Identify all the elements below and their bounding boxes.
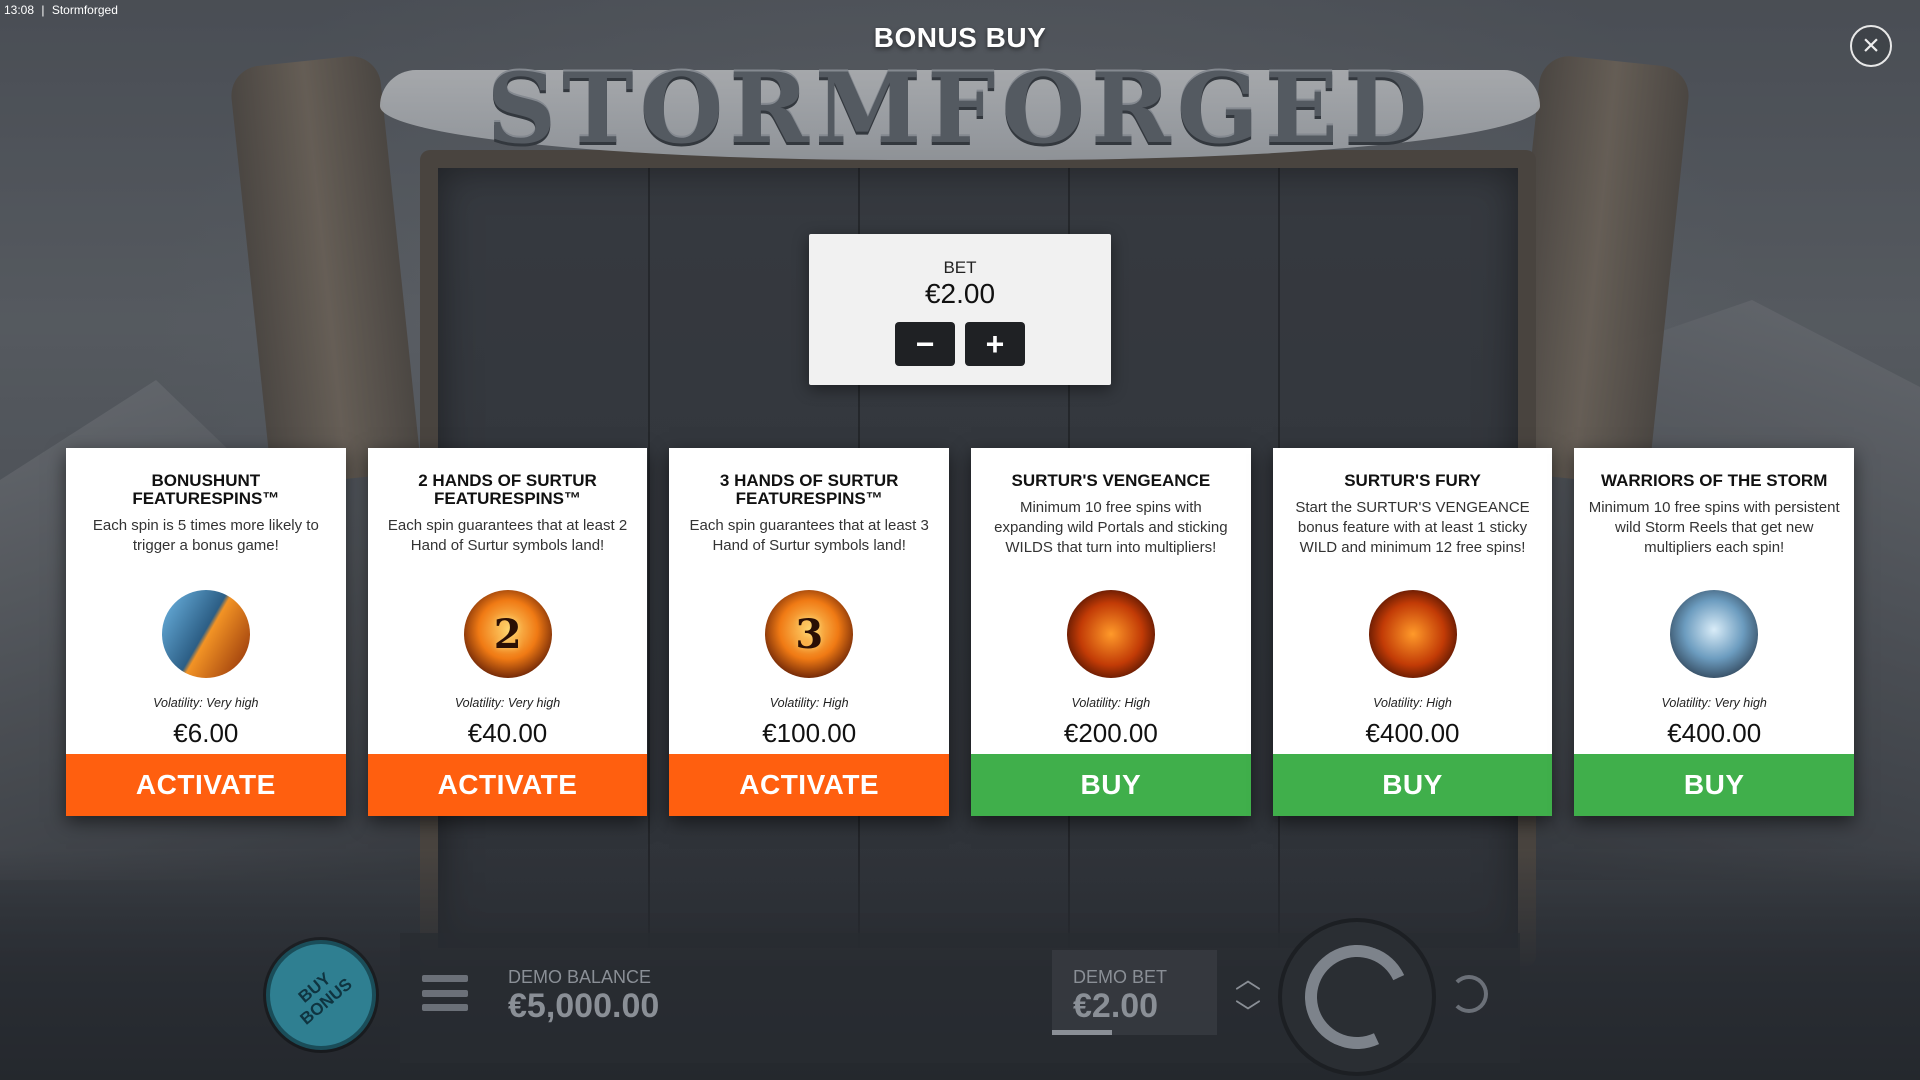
window-status: 13:08 | Stormforged — [4, 3, 122, 17]
clock: 13:08 — [4, 3, 35, 17]
autoplay-icon[interactable] — [1450, 975, 1488, 1013]
card-description: Minimum 10 free spins with expanding wil… — [994, 499, 1228, 556]
demo-bet-label: DEMO BET — [1073, 967, 1168, 987]
app-name: Stormforged — [51, 3, 118, 17]
bonus-card-surturs-vengeance: SURTUR'S VENGEANCE Minimum 10 free spins… — [971, 448, 1251, 816]
spin-button[interactable] — [1282, 922, 1432, 1072]
card-volatility: Volatility: High — [1373, 696, 1452, 710]
bet-down-icon[interactable]: ﹀ — [1232, 996, 1264, 1030]
card-price: €200.00 — [1063, 718, 1158, 748]
buy-bonus-button[interactable]: BUY BONUS — [266, 940, 376, 1050]
surtur-fury-icon — [1368, 590, 1457, 678]
increase-bet-button[interactable]: + — [965, 322, 1025, 366]
card-price: €400.00 — [1667, 718, 1762, 748]
close-icon: × — [1862, 29, 1880, 62]
card-title: 2 HANDS OF SURTUR FEATURESPINS™ — [418, 471, 597, 508]
page-title: BONUS BUY — [873, 22, 1047, 53]
demo-bet-value: €2.00 — [1073, 987, 1159, 1025]
minus-icon: − — [915, 326, 935, 362]
card-title: BONUSHUNT FEATURESPINS™ — [132, 471, 280, 508]
storm-warrior-icon — [1670, 590, 1759, 678]
bet-value: €2.00 — [924, 278, 996, 309]
buy-bonus-label: BUY BONUS — [295, 968, 357, 1029]
card-price: €6.00 — [173, 718, 239, 748]
balance-label: DEMO BALANCE — [508, 967, 652, 987]
plus-icon: + — [985, 326, 1005, 362]
bonus-card-bonushunt: BONUSHUNT FEATURESPINS™ Each spin is 5 t… — [66, 448, 346, 816]
card-title: SURTUR'S VENGEANCE — [1011, 471, 1211, 490]
card-title: SURTUR'S FURY — [1344, 471, 1481, 490]
close-button[interactable]: × — [1850, 25, 1892, 67]
card-volatility: Volatility: High — [769, 696, 849, 710]
activate-button[interactable]: ACTIVATE — [669, 754, 950, 816]
card-description: Each spin guarantees that at least 3 Han… — [689, 517, 929, 554]
bonus-card-warriors-of-the-storm: WARRIORS OF THE STORM Minimum 10 free sp… — [1574, 448, 1855, 816]
bet-up-icon[interactable]: ︿ — [1232, 962, 1264, 996]
three-hands-icon: 3 — [765, 590, 854, 678]
card-volatility: Volatility: High — [1071, 696, 1151, 710]
bonushunt-icon — [162, 590, 250, 678]
card-price: €400.00 — [1365, 718, 1460, 748]
surtur-demon-icon — [1067, 590, 1156, 678]
card-description: Each spin is 5 times more likely to trig… — [92, 517, 319, 554]
buy-button[interactable]: BUY — [971, 754, 1251, 816]
card-volatility: Volatility: Very high — [454, 696, 561, 710]
bonus-card-surturs-fury: SURTUR'S FURY Start the SURTUR'S VENGEAN… — [1272, 448, 1553, 816]
bonus-cards: BONUSHUNT FEATURESPINS™ Each spin is 5 t… — [66, 448, 1855, 816]
buy-button[interactable]: BUY — [1574, 754, 1855, 816]
bonus-card-2-hands: 2 HANDS OF SURTUR FEATURESPINS™ Each spi… — [367, 448, 648, 816]
bet-controls: − + — [809, 322, 1111, 366]
card-price: €40.00 — [467, 718, 548, 748]
bet-arrows: ︿ ﹀ — [1232, 962, 1264, 1032]
bet-underline — [1052, 1030, 1112, 1035]
separator: | — [41, 3, 45, 17]
card-volatility: Volatility: Very high — [153, 696, 259, 710]
spin-icon — [1290, 930, 1424, 1064]
card-description: Start the SURTUR'S VENGEANCE bonus featu… — [1295, 499, 1530, 556]
balance-value: €5,000.00 — [508, 987, 660, 1025]
card-description: Each spin guarantees that at least 2 Han… — [387, 517, 628, 554]
card-title: 3 HANDS OF SURTUR FEATURESPINS™ — [719, 471, 899, 508]
bet-panel: BET €2.00 − + — [809, 234, 1111, 385]
card-volatility: Volatility: Very high — [1661, 696, 1767, 710]
menu-icon[interactable] — [422, 975, 468, 1011]
activate-button[interactable]: ACTIVATE — [66, 754, 346, 816]
bonus-card-3-hands: 3 HANDS OF SURTUR FEATURESPINS™ Each spi… — [669, 448, 950, 816]
decrease-bet-button[interactable]: − — [895, 322, 955, 366]
bet-label: BET — [943, 258, 977, 277]
buy-button[interactable]: BUY — [1272, 754, 1553, 816]
card-price: €100.00 — [762, 718, 857, 748]
activate-button[interactable]: ACTIVATE — [367, 754, 648, 816]
card-title: WARRIORS OF THE STORM — [1601, 471, 1828, 490]
two-hands-icon: 2 — [463, 590, 552, 678]
card-description: Minimum 10 free spins with persistent wi… — [1588, 499, 1840, 556]
